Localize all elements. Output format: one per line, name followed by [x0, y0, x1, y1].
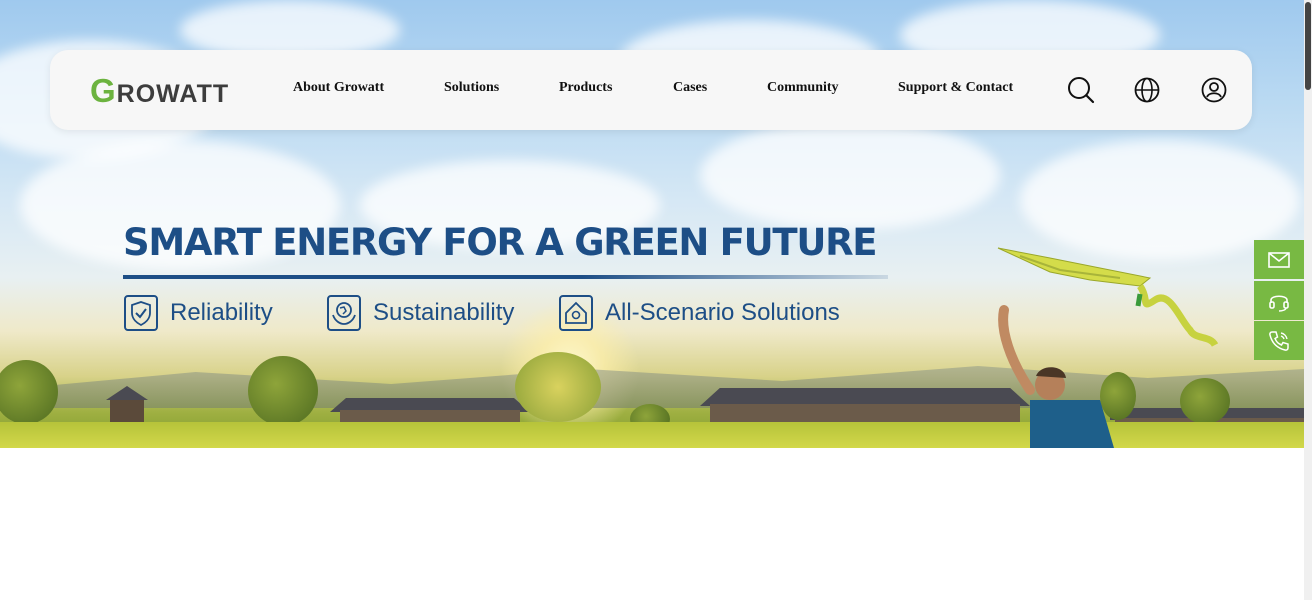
nav-item-about[interactable]: About Growatt — [293, 80, 384, 96]
logo-wordmark: ROWATT — [116, 80, 230, 108]
nav-item-community[interactable]: Community — [767, 80, 839, 96]
growatt-logo[interactable]: G ROWATT — [90, 72, 230, 109]
feature-label: Sustainability — [373, 299, 515, 326]
page-scrollbar[interactable] — [1304, 0, 1312, 600]
search-icon[interactable] — [1067, 76, 1095, 104]
main-navigation: G ROWATT About Growatt Solutions Product… — [50, 50, 1252, 130]
hero-headline: SMART ENERGY FOR A GREEN FUTURE — [123, 221, 878, 264]
feature-label: Reliability — [170, 299, 273, 326]
nav-item-support-contact[interactable]: Support & Contact — [898, 80, 1013, 96]
nav-item-products[interactable]: Products — [559, 80, 612, 96]
nav-item-cases[interactable]: Cases — [673, 80, 707, 96]
feature-label: All-Scenario Solutions — [605, 299, 840, 326]
mail-icon — [1268, 251, 1290, 268]
globe-hands-icon — [327, 295, 361, 331]
headset-icon — [1269, 294, 1289, 312]
nav-item-solutions[interactable]: Solutions — [444, 80, 499, 96]
feature-sustainability: Sustainability — [327, 294, 514, 332]
shield-check-icon — [124, 295, 158, 331]
home-icon — [559, 295, 593, 331]
globe-icon[interactable] — [1133, 76, 1161, 104]
person-illustration — [998, 305, 1114, 448]
side-support-button[interactable] — [1254, 281, 1304, 320]
side-mail-button[interactable] — [1254, 240, 1304, 279]
feature-all-scenario: All-Scenario Solutions — [559, 294, 840, 332]
logo-initial: G — [90, 72, 116, 109]
scrollbar-thumb[interactable] — [1305, 2, 1311, 90]
headline-underline — [123, 275, 888, 279]
user-icon[interactable] — [1200, 76, 1228, 104]
feature-reliability: Reliability — [124, 294, 273, 332]
phone-icon — [1269, 330, 1289, 351]
side-phone-button[interactable] — [1254, 321, 1304, 360]
